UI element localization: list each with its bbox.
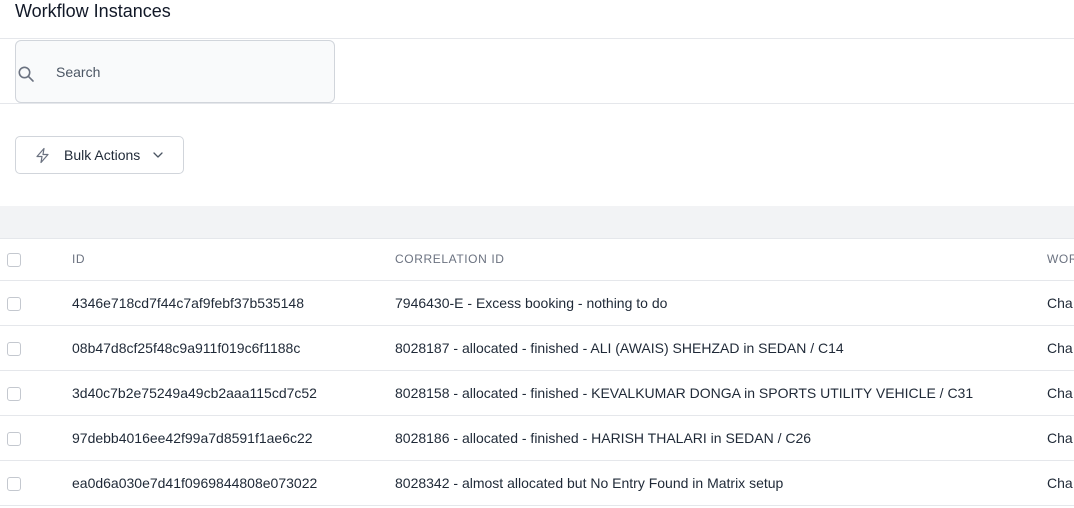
row-correlation-id: 8028186 - allocated - finished - HARISH … [395, 430, 812, 446]
row-workflow: Cha [1047, 475, 1073, 491]
table-row[interactable]: 08b47d8cf25f48c9a911f019c6f1188c 8028187… [0, 326, 1074, 371]
row-id: ea0d6a030e7d41f0969844808e073022 [72, 475, 318, 491]
row-id: 3d40c7b2e75249a49cb2aaa115cd7c52 [72, 385, 317, 401]
title-bar: Workflow Instances [0, 0, 1074, 39]
row-checkbox[interactable] [7, 387, 21, 401]
search-input[interactable] [56, 41, 326, 102]
table-header: ID CORRELATION ID WOR [0, 239, 1074, 281]
row-correlation-id: 8028342 - almost allocated but No Entry … [395, 475, 784, 491]
table-row[interactable]: 3d40c7b2e75249a49cb2aaa115cd7c52 8028158… [0, 371, 1074, 416]
row-workflow: Cha [1047, 295, 1073, 311]
row-workflow: Cha [1047, 430, 1073, 446]
table-toolbar-band [0, 206, 1074, 239]
page-title: Workflow Instances [15, 1, 171, 21]
row-checkbox[interactable] [7, 297, 21, 311]
row-correlation-id: 7946430-E - Excess booking - nothing to … [395, 295, 668, 311]
chevron-down-icon [153, 152, 163, 158]
row-id: 97debb4016ee42f99a7d8591f1ae6c22 [72, 430, 313, 446]
search-section [0, 39, 1074, 104]
row-workflow: Cha [1047, 385, 1073, 401]
row-workflow: Cha [1047, 340, 1073, 356]
row-id: 08b47d8cf25f48c9a911f019c6f1188c [72, 340, 301, 356]
row-checkbox[interactable] [7, 432, 21, 446]
column-header-workflow[interactable]: WOR [1047, 252, 1074, 266]
row-checkbox[interactable] [7, 477, 21, 491]
row-id: 4346e718cd7f44c7af9febf37b535148 [72, 295, 304, 311]
table-row[interactable]: ea0d6a030e7d41f0969844808e073022 8028342… [0, 461, 1074, 506]
select-all-checkbox[interactable] [7, 253, 21, 267]
search-icon [18, 66, 34, 82]
row-correlation-id: 8028187 - allocated - finished - ALI (AW… [395, 340, 844, 356]
column-header-correlation-id[interactable]: CORRELATION ID [395, 252, 505, 266]
bulk-actions-label: Bulk Actions [64, 147, 141, 163]
row-correlation-id: 8028158 - allocated - finished - KEVALKU… [395, 385, 974, 401]
row-checkbox[interactable] [7, 342, 21, 356]
workflow-instances-page: Workflow Instances Bulk Actions ID CORRE… [0, 0, 1074, 508]
bulk-actions-button[interactable]: Bulk Actions [15, 136, 184, 174]
table-row[interactable]: 97debb4016ee42f99a7d8591f1ae6c22 8028186… [0, 416, 1074, 461]
column-header-id[interactable]: ID [72, 252, 85, 266]
table-row[interactable]: 4346e718cd7f44c7af9febf37b535148 7946430… [0, 281, 1074, 326]
bolt-icon [36, 147, 49, 164]
search-box[interactable] [15, 40, 335, 103]
